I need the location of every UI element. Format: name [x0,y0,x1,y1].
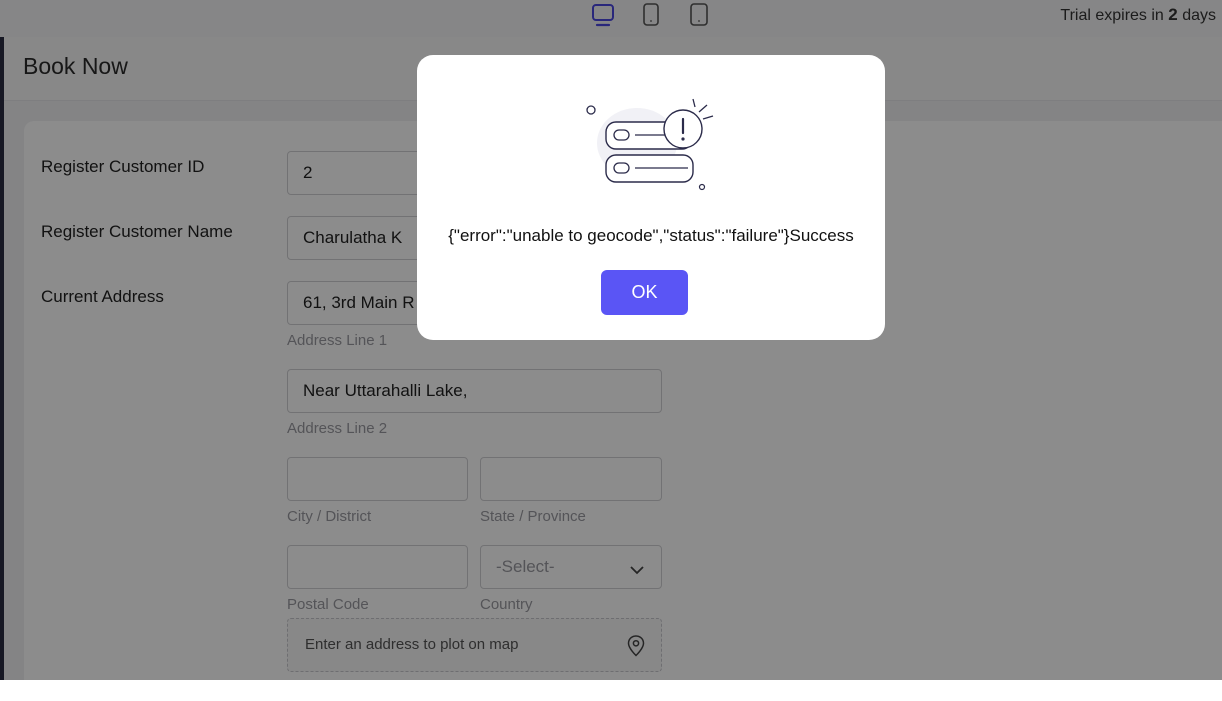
warning-illustration-icon [582,95,722,200]
alert-message: {"error":"unable to geocode","status":"f… [448,226,854,245]
ok-button[interactable]: OK [601,270,688,315]
